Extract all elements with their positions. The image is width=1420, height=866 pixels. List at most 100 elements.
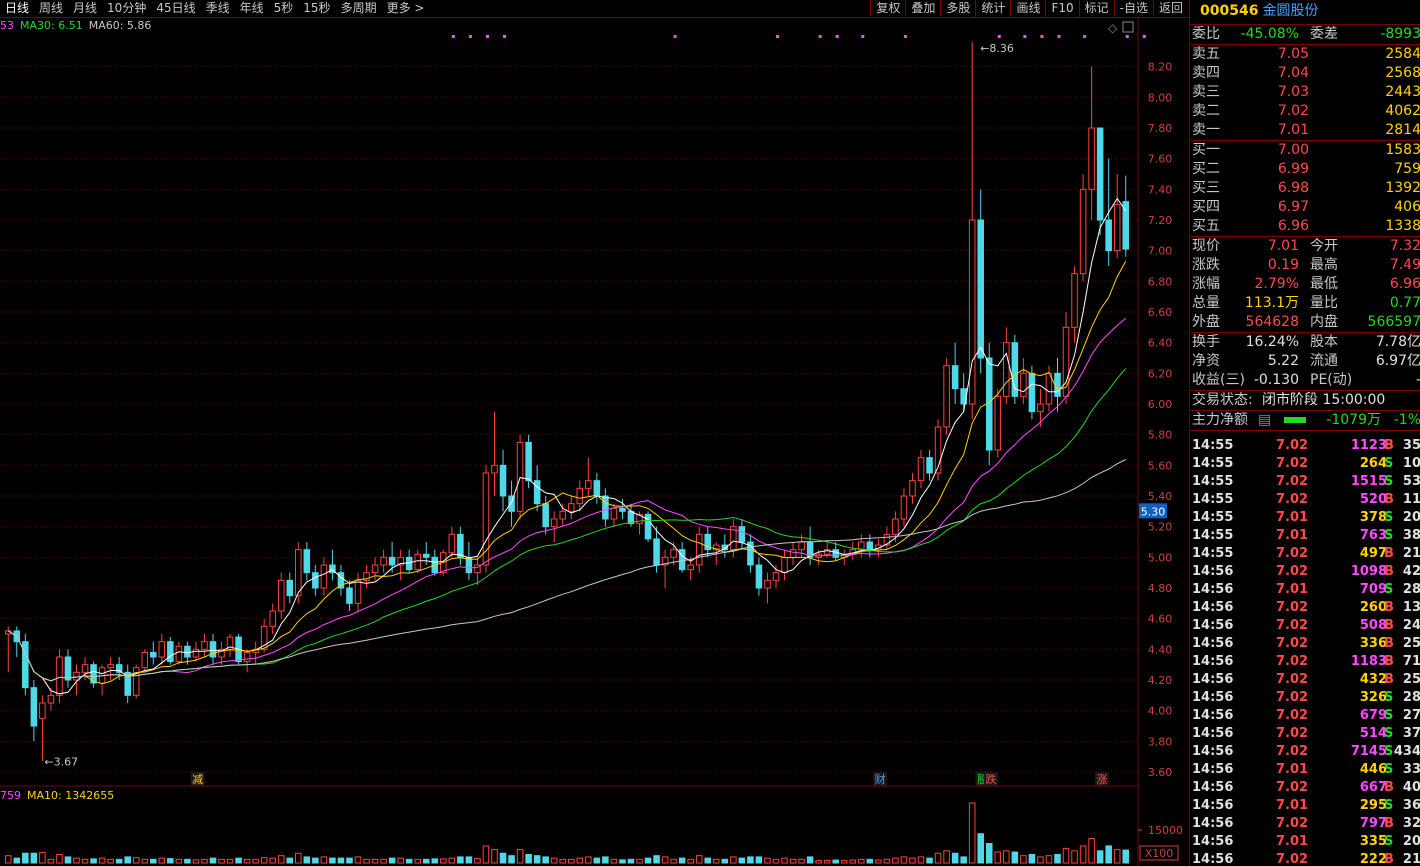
tick-time: 14:56 [1192, 726, 1234, 741]
tick-count: 24 [1402, 618, 1420, 633]
period-tab[interactable]: 年线 [235, 0, 269, 17]
tick-count: 21 [1402, 852, 1420, 866]
candle-body [593, 480, 601, 497]
volume-bar [30, 852, 38, 864]
volume-bar [636, 858, 643, 864]
tick-time: 14:56 [1192, 780, 1234, 795]
tick-price: 7.02 [1276, 654, 1309, 669]
diamond-icon[interactable]: ◇ [1108, 21, 1118, 35]
event-label: 财 [875, 772, 886, 786]
volume-bar [525, 853, 532, 864]
volume-bar [1122, 849, 1130, 864]
quote-label-2: 最低 [1310, 276, 1338, 292]
tick-volume: 295 [1359, 798, 1387, 813]
volume-bar [815, 860, 822, 864]
candle-body [277, 579, 285, 612]
candle-body [303, 549, 311, 574]
volume-bar [252, 858, 259, 864]
volume-bar [337, 857, 345, 864]
tick-list[interactable]: 14:55 7.02 1123 B 35 14:55 7.02 264 S 10 14:55 7.02… [1190, 437, 1420, 866]
volume-bar [150, 858, 157, 864]
period-tab[interactable]: 周线 [34, 0, 68, 17]
period-tab[interactable]: 季线 [201, 0, 235, 17]
period-tab[interactable]: 10分钟 [102, 0, 151, 17]
trade-status-row: 交易状态: 闭市阶段 15:00:00 [1190, 391, 1420, 411]
menu-icon[interactable]: ▤ [1258, 411, 1271, 430]
tick-volume: 326 [1359, 690, 1387, 705]
volume-bar [772, 858, 780, 864]
candle-body [141, 651, 149, 669]
quote-row: 涨跌 0.19 最高 7.49 [1190, 256, 1420, 275]
signal-dot [818, 35, 822, 38]
bid-book: 买一 7.00 1583 买二 6.99 759 买三 6.98 1392 买四 6.97 406 买五… [1190, 141, 1420, 237]
price-tick-label: 4.60 [1148, 613, 1173, 626]
period-tab[interactable]: 45日线 [151, 0, 200, 17]
volume-bar [482, 845, 490, 864]
tool-button[interactable]: 叠加 [905, 0, 940, 17]
tool-button[interactable]: -自选 [1113, 0, 1153, 17]
volume-bar [508, 855, 515, 864]
price-tick-label: 7.40 [1148, 183, 1173, 196]
volume-bar [1037, 856, 1044, 864]
volume-bar [695, 855, 703, 864]
bid-row-label: 买二 [1192, 161, 1220, 177]
tick-count: 36 [1402, 798, 1420, 813]
volume-bar [39, 852, 46, 864]
tool-button[interactable]: 标记 [1078, 0, 1114, 17]
volume-bar [1054, 853, 1061, 864]
period-tab[interactable]: 更多 > [382, 0, 430, 17]
volume-bar [533, 855, 541, 864]
volume-bar [926, 857, 933, 864]
candle-body [738, 526, 746, 543]
candle-body [1071, 273, 1078, 328]
volume-bar [260, 857, 268, 864]
tick-count: 27 [1402, 708, 1420, 723]
period-tab[interactable]: 日线 [0, 0, 34, 17]
quote-label: 涨幅 [1192, 276, 1220, 292]
candle-body [1105, 219, 1112, 252]
tool-button[interactable]: F10 [1045, 0, 1078, 17]
period-tab[interactable]: 月线 [68, 0, 102, 17]
volume-bar [610, 858, 618, 864]
volume-bar [713, 858, 720, 864]
tick-row: 14:56 7.02 508 B 24 [1190, 617, 1420, 635]
tool-button[interactable]: 统计 [975, 0, 1010, 17]
tick-time: 14:56 [1192, 636, 1234, 651]
candle-body [192, 648, 200, 658]
period-tab[interactable]: 多周期 [336, 0, 382, 17]
tick-volume: 264 [1359, 456, 1387, 471]
period-tab[interactable]: 5秒 [269, 0, 299, 17]
volume-bar [567, 858, 575, 864]
tick-side: B [1384, 672, 1394, 687]
tick-time: 14:55 [1192, 492, 1234, 507]
candle-body [900, 495, 908, 520]
price-tick-label: 6.60 [1148, 306, 1173, 319]
volume-bar [90, 858, 97, 864]
candle-body [866, 541, 874, 551]
period-tab[interactable]: 15秒 [298, 0, 335, 17]
trade-status-label: 交易状态: [1192, 392, 1253, 408]
tick-row: 14:55 7.02 520 B 11 [1190, 491, 1420, 509]
quote-value-2: 7.32 [1389, 238, 1420, 254]
volume-bar [704, 857, 712, 864]
tick-count: 28 [1402, 582, 1420, 597]
kline-chart[interactable]: 8.20 8.00 7.80 7.60 7.40 7.20 7.00 6.80 6.60 6.40… [0, 18, 1188, 866]
weibi-value: -45.08% [1240, 26, 1299, 42]
tool-button[interactable]: 画线 [1010, 0, 1045, 17]
candle-body [448, 533, 456, 554]
candle-body [516, 441, 524, 512]
quote-value-2: 566597 [1367, 314, 1420, 330]
ask-row: 卖二 7.02 4062 [1190, 102, 1420, 121]
tool-button[interactable]: 多股 [940, 0, 975, 17]
tool-button[interactable]: 返回 [1152, 0, 1188, 17]
signal-dot [1083, 35, 1087, 38]
volume-bar [218, 858, 225, 864]
window-icon[interactable] [1122, 21, 1134, 33]
tick-time: 14:56 [1192, 600, 1234, 615]
volume-bar [1020, 855, 1027, 864]
tool-button[interactable]: 复权 [870, 0, 905, 17]
tick-price: 7.02 [1276, 816, 1309, 831]
volume-bar [448, 857, 456, 864]
volume-bar [354, 856, 362, 864]
candle-body [781, 556, 788, 574]
